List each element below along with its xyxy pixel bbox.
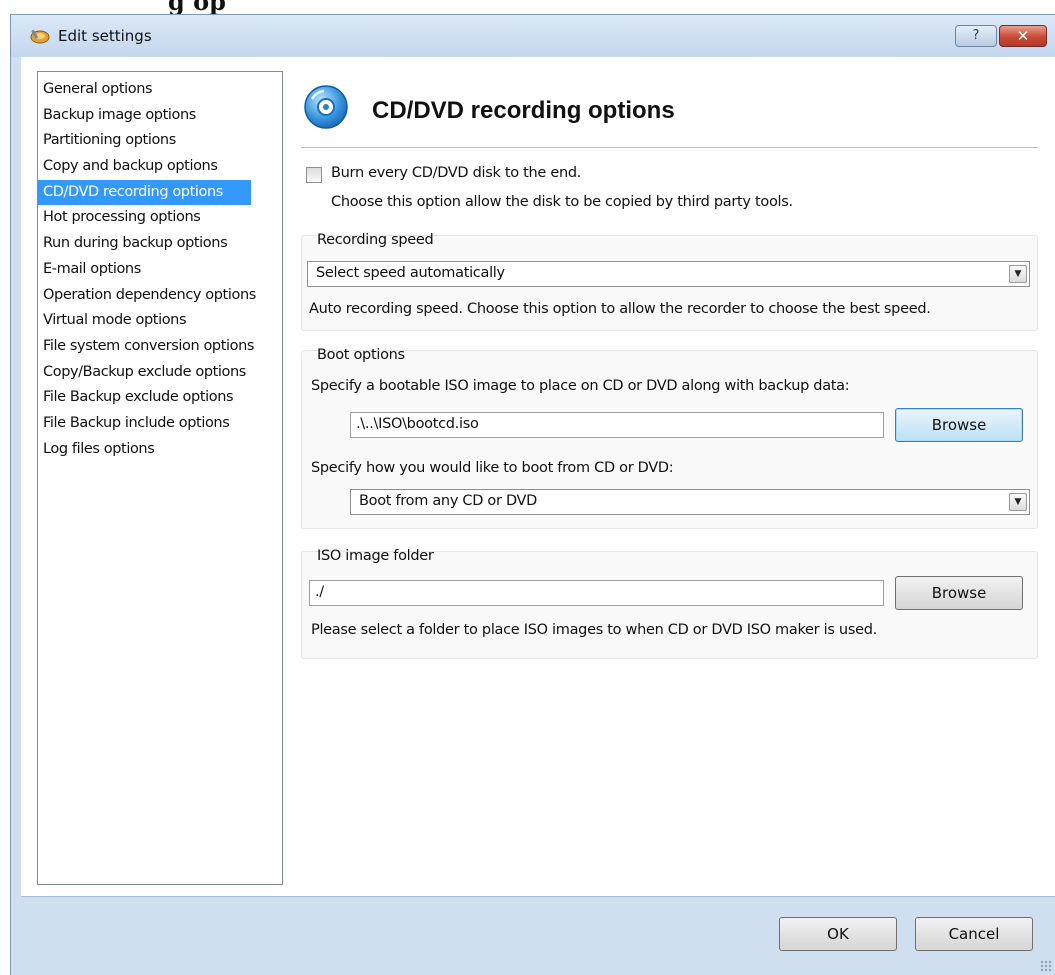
help-button[interactable]: ? (955, 25, 997, 47)
nav-item-run-during-backup-options[interactable]: Run during backup options (38, 231, 282, 257)
burn-to-end-checkbox[interactable] (306, 167, 322, 183)
boot-method-value: Boot from any CD or DVD (359, 493, 538, 509)
nav-item-backup-image-options[interactable]: Backup image options (38, 103, 282, 129)
recording-speed-description: Auto recording speed. Choose this option… (309, 301, 931, 317)
iso-image-folder-title: ISO image folder (317, 548, 434, 564)
resize-grip[interactable] (1040, 960, 1052, 972)
nav-item-file-backup-exclude-options[interactable]: File Backup exclude options (38, 385, 282, 411)
header-divider (301, 147, 1038, 148)
edit-settings-window: Edit settings ? ✕ General options Backup… (10, 14, 1055, 975)
title-bar[interactable]: Edit settings ? ✕ (11, 15, 1055, 57)
burn-to-end-label[interactable]: Burn every CD/DVD disk to the end. (331, 165, 581, 181)
ok-button[interactable]: OK (779, 917, 897, 951)
boot-options-title: Boot options (317, 347, 405, 363)
nav-item-email-options[interactable]: E-mail options (38, 257, 282, 283)
window-title: Edit settings (58, 27, 152, 45)
cancel-button[interactable]: Cancel (915, 917, 1033, 951)
iso-folder-path-input[interactable]: ./ (309, 580, 884, 606)
nav-item-file-backup-include-options[interactable]: File Backup include options (38, 411, 282, 437)
nav-item-hot-processing-options[interactable]: Hot processing options (38, 205, 282, 231)
wrench-tools-icon (30, 29, 50, 44)
close-button[interactable]: ✕ (999, 25, 1047, 47)
help-icon: ? (972, 28, 980, 43)
recording-speed-value: Select speed automatically (316, 265, 505, 281)
recording-speed-title: Recording speed (317, 232, 434, 248)
page-title: CD/DVD recording options (372, 97, 675, 124)
browse-iso-button[interactable]: Browse (895, 408, 1023, 442)
boot-method-prompt: Specify how you would like to boot from … (311, 460, 674, 476)
boot-method-select[interactable]: Boot from any CD or DVD ▼ (350, 489, 1030, 515)
nav-item-cd-dvd-recording-options[interactable]: CD/DVD recording options (38, 179, 251, 206)
bootable-iso-path-input[interactable]: .\..\ISO\bootcd.iso (350, 412, 884, 438)
nav-item-partitioning-options[interactable]: Partitioning options (38, 128, 282, 154)
close-icon: ✕ (1016, 27, 1030, 45)
nav-item-operation-dependency-options[interactable]: Operation dependency options (38, 283, 282, 309)
options-category-list[interactable]: General options Backup image options Par… (37, 71, 283, 885)
nav-item-copy-backup-exclude-options[interactable]: Copy/Backup exclude options (38, 360, 282, 386)
burn-to-end-hint: Choose this option allow the disk to be … (331, 194, 793, 210)
nav-item-file-system-conversion-options[interactable]: File system conversion options (38, 334, 282, 360)
nav-item-log-files-options[interactable]: Log files options (38, 437, 282, 463)
dialog-content: General options Backup image options Par… (21, 57, 1055, 896)
browse-folder-button[interactable]: Browse (895, 576, 1023, 610)
chevron-down-icon[interactable]: ▼ (1009, 493, 1027, 511)
previous-page-heading-fragment: g op (0, 0, 1055, 14)
nav-item-virtual-mode-options[interactable]: Virtual mode options (38, 308, 282, 334)
nav-item-copy-and-backup-options[interactable]: Copy and backup options (38, 154, 282, 180)
footer-divider (21, 896, 1055, 897)
iso-folder-description: Please select a folder to place ISO imag… (311, 622, 877, 638)
recording-speed-select[interactable]: Select speed automatically ▼ (307, 261, 1030, 287)
chevron-down-icon[interactable]: ▼ (1009, 265, 1027, 283)
bootable-iso-prompt: Specify a bootable ISO image to place on… (311, 378, 850, 394)
cd-disc-icon (304, 85, 348, 129)
nav-item-general-options[interactable]: General options (38, 77, 282, 103)
